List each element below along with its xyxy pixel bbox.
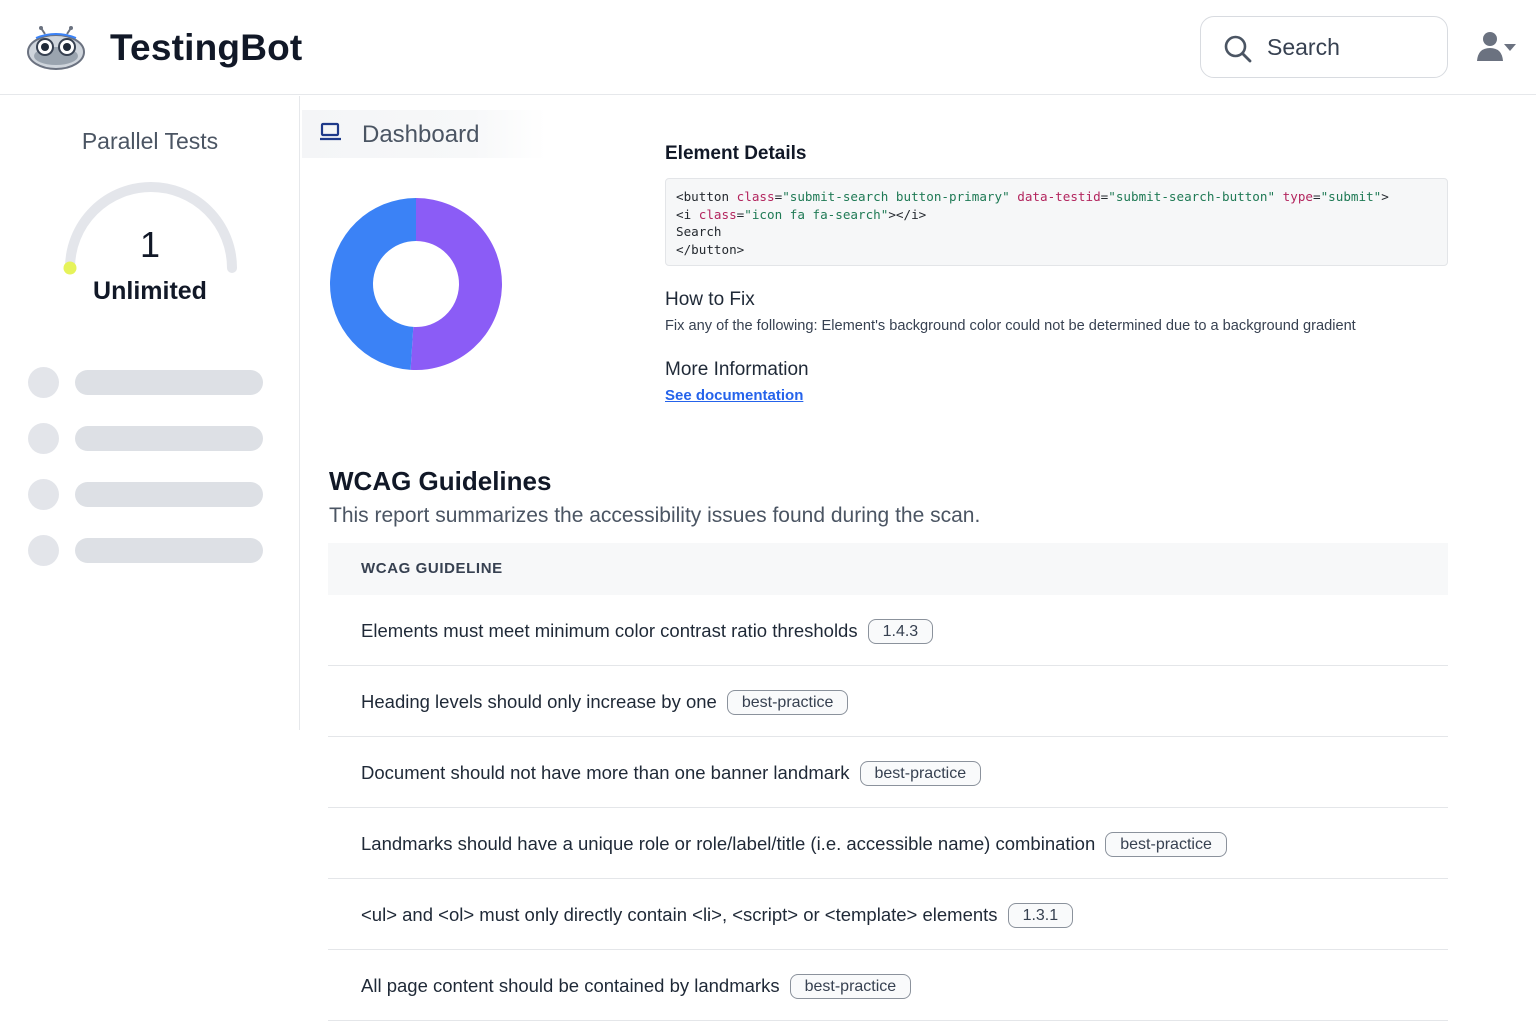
- wcag-title: WCAG Guidelines: [329, 466, 552, 496]
- search-box[interactable]: Search: [1200, 16, 1448, 78]
- skeleton-bar: [75, 370, 263, 395]
- search-icon: [1224, 35, 1252, 63]
- skeleton-bar: [75, 482, 263, 507]
- guideline-text: Landmarks should have a unique role or r…: [361, 833, 1096, 854]
- skeleton-item: [28, 479, 268, 511]
- table-header: WCAG GUIDELINE: [328, 543, 1448, 595]
- parallel-tests-count: 1: [139, 224, 161, 265]
- table-row[interactable]: Landmarks should have a unique role or r…: [328, 808, 1448, 879]
- search-placeholder: Search: [1267, 34, 1340, 60]
- skeleton-item: [28, 423, 268, 455]
- how-to-fix-title: How to Fix: [665, 289, 755, 310]
- donut-segment-2: [330, 198, 416, 370]
- guideline-badge: 1.4.3: [867, 619, 934, 644]
- guideline-text: Heading levels should only increase by o…: [361, 691, 717, 712]
- skeleton-item: [28, 367, 268, 399]
- skeleton-avatar: [28, 423, 59, 454]
- donut-segment-1: [410, 198, 503, 370]
- how-to-fix-text: Fix any of the following: Element's back…: [665, 318, 1356, 334]
- brand-name[interactable]: TestingBot: [110, 27, 302, 69]
- guideline-badge: best-practice: [859, 761, 982, 786]
- skeleton-avatar: [28, 535, 59, 566]
- dashboard-label: Dashboard: [362, 121, 480, 148]
- element-details-title: Element Details: [665, 143, 807, 164]
- table-row[interactable]: Heading levels should only increase by o…: [328, 666, 1448, 737]
- see-documentation-link[interactable]: See documentation: [665, 387, 803, 404]
- parallel-tests-limit: Unlimited: [93, 277, 207, 305]
- element-code-block: <button class="submit-search button-prim…: [665, 178, 1448, 266]
- skeleton-avatar: [28, 367, 59, 398]
- skeleton-item: [28, 535, 268, 567]
- guideline-text: Elements must meet minimum color contras…: [361, 620, 858, 641]
- guideline-badge: best-practice: [1105, 832, 1227, 857]
- table-row[interactable]: Document should not have more than one b…: [328, 737, 1448, 808]
- monitor-icon: [320, 122, 341, 141]
- table-row[interactable]: All page content should be contained by …: [328, 950, 1448, 1021]
- sidebar: Parallel Tests 1 Unlimited: [0, 96, 300, 730]
- guideline-badge: 1.3.1: [1007, 903, 1074, 928]
- guideline-text: All page content should be contained by …: [361, 975, 780, 996]
- user-menu-icon[interactable]: [1476, 30, 1520, 64]
- column-header-guideline: WCAG GUIDELINE: [361, 560, 503, 577]
- skeleton-bar: [75, 538, 263, 563]
- table-row[interactable]: Elements must meet minimum color contras…: [328, 595, 1448, 666]
- skeleton-avatar: [28, 479, 59, 510]
- donut-chart: [330, 198, 503, 370]
- more-information-title: More Information: [665, 359, 809, 380]
- skeleton-bar: [75, 426, 263, 451]
- nav-item-dashboard[interactable]: Dashboard: [302, 110, 546, 158]
- guideline-badge: best-practice: [789, 974, 912, 999]
- top-header: TestingBot Search: [0, 0, 1536, 95]
- wcag-subtitle: This report summarizes the accessibility…: [329, 504, 981, 527]
- guideline-text: <ul> and <ol> must only directly contain…: [361, 904, 998, 925]
- robot-logo-icon[interactable]: [26, 26, 86, 70]
- parallel-tests-title: Parallel Tests: [81, 128, 219, 154]
- guideline-badge: best-practice: [726, 690, 849, 715]
- table-row[interactable]: <ul> and <ol> must only directly contain…: [328, 879, 1448, 950]
- guideline-text: Document should not have more than one b…: [361, 762, 850, 783]
